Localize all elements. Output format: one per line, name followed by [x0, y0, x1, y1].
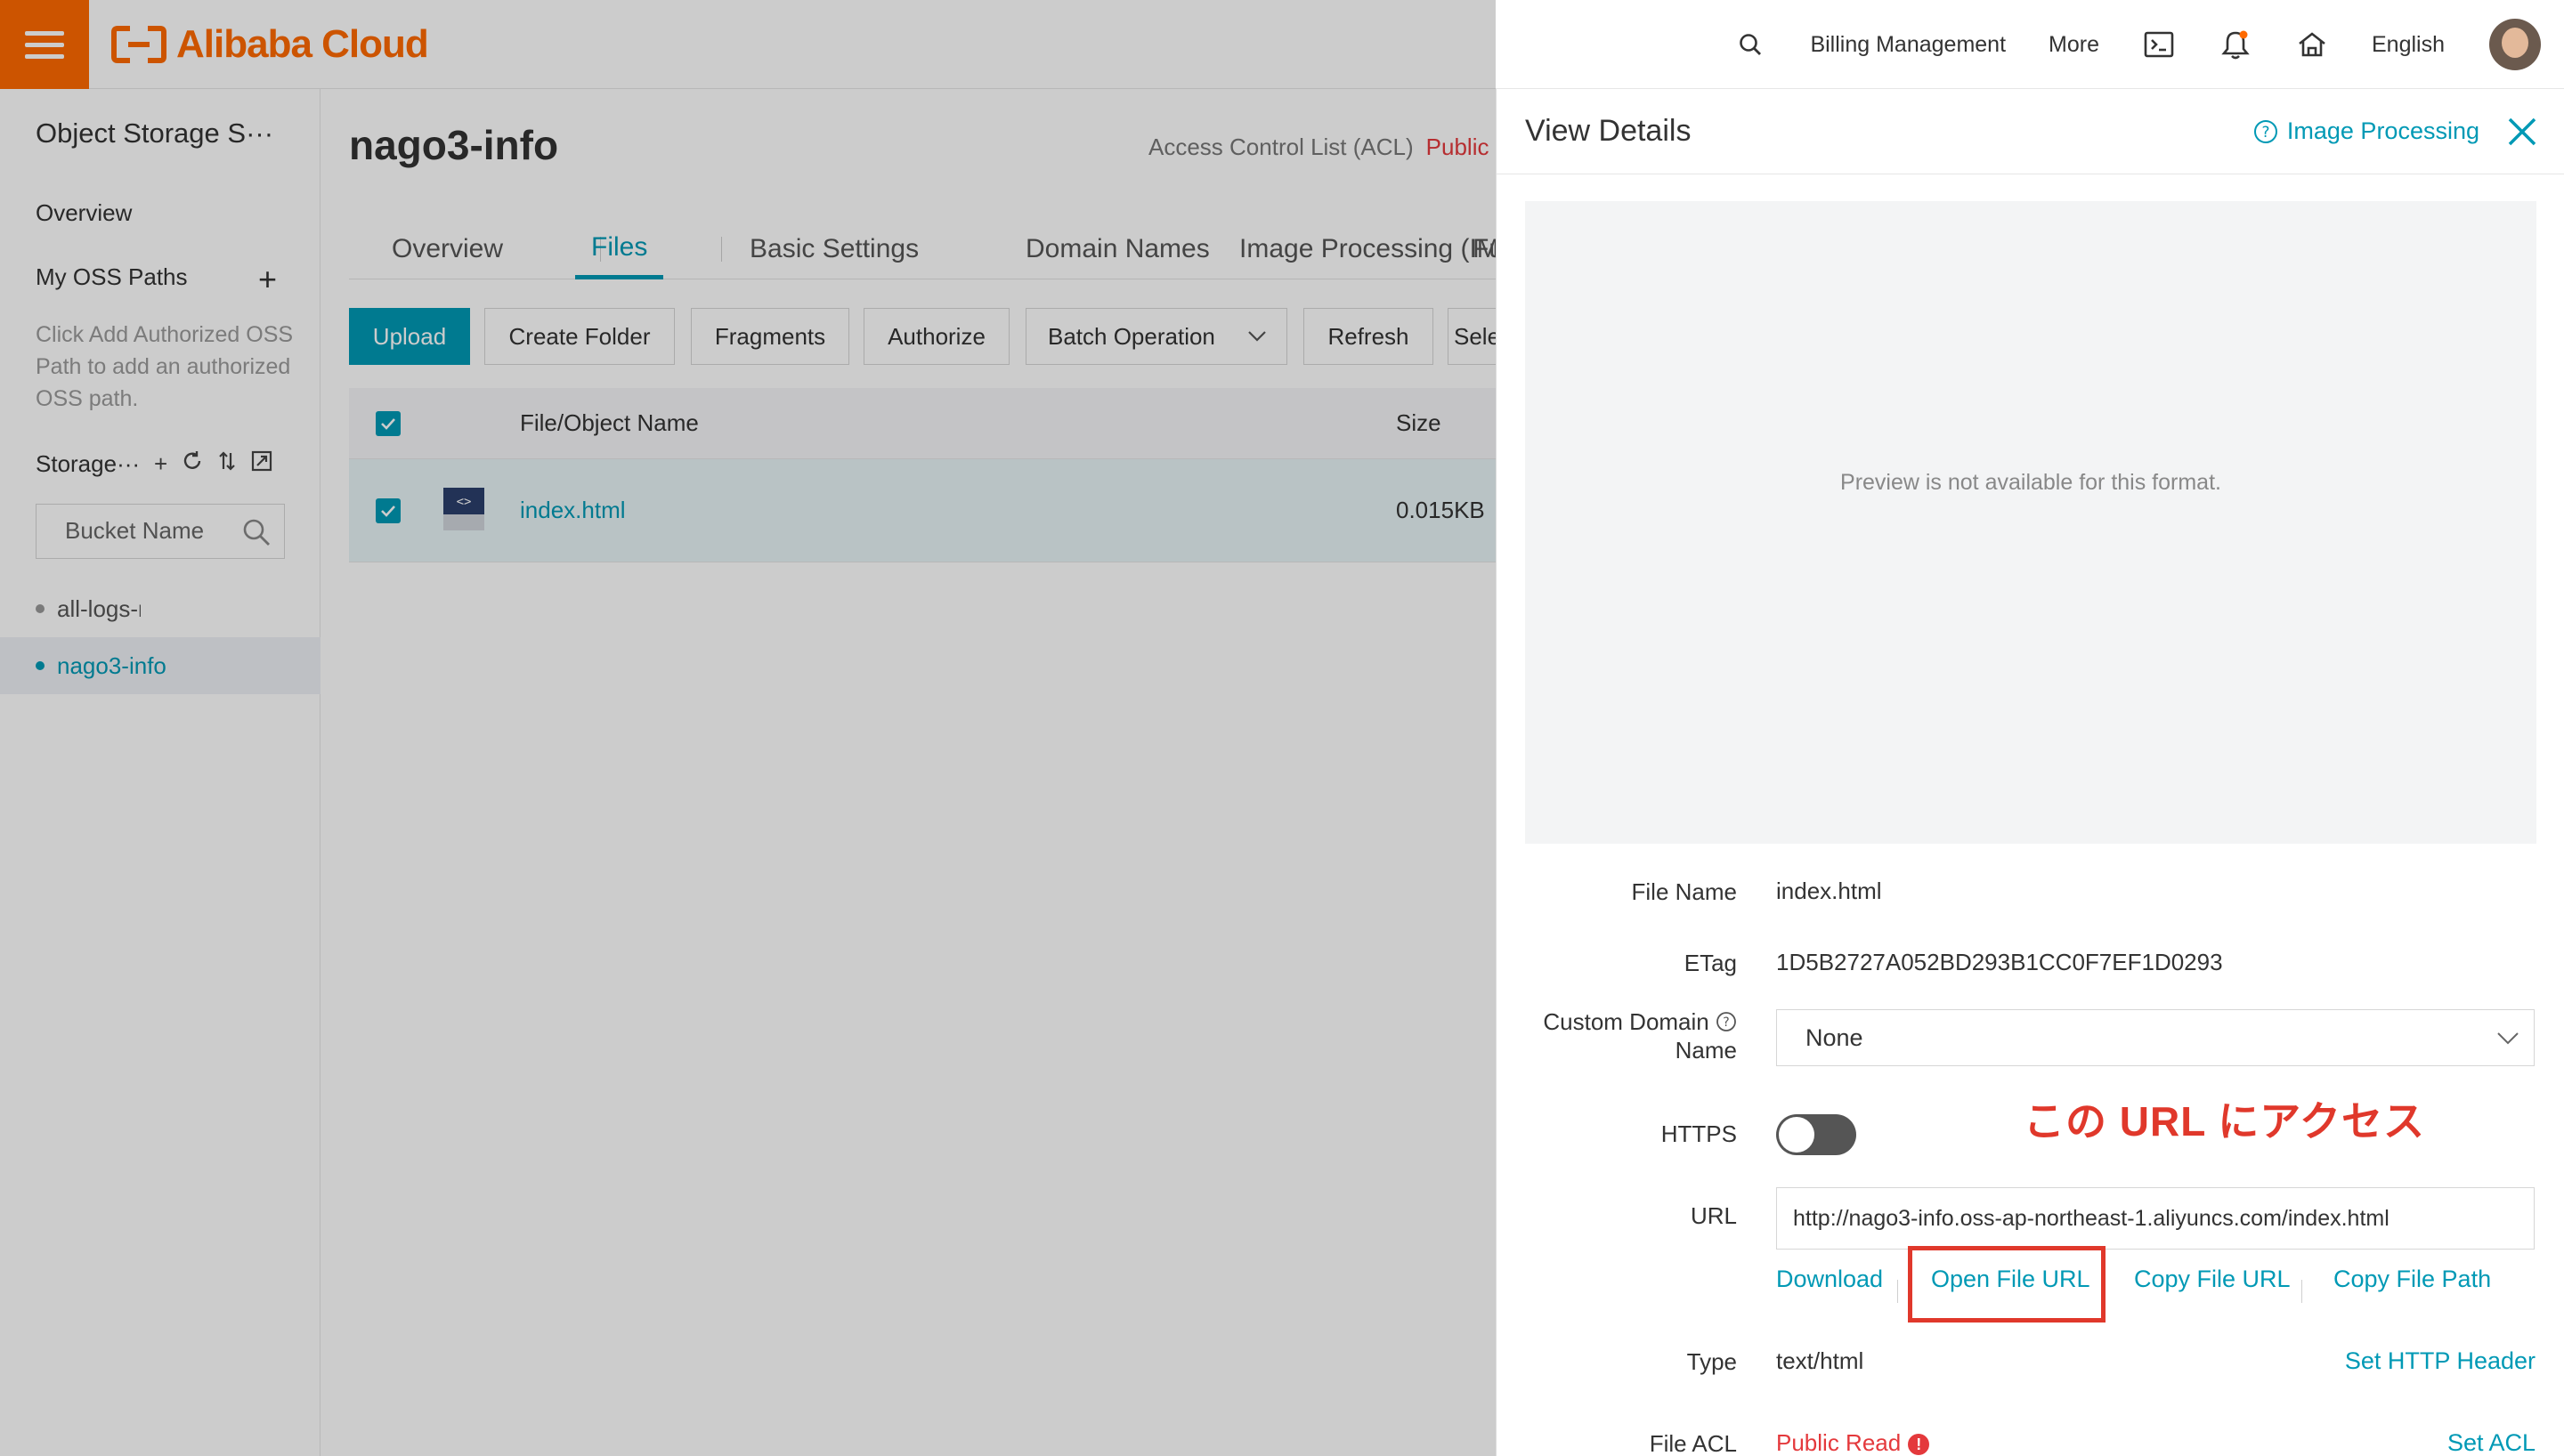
https-toggle[interactable]	[1776, 1114, 1856, 1155]
preview-message: Preview is not available for this format…	[1840, 469, 2221, 495]
view-details-panel: View Details ? Image Processing Preview …	[1496, 89, 2564, 1456]
svg-text:?: ?	[1723, 1015, 1729, 1030]
type-label: Type	[1686, 1348, 1737, 1375]
set-acl-link[interactable]: Set ACL	[2447, 1429, 2536, 1456]
file-acl-value: Public Read!	[1776, 1429, 1930, 1456]
url-label: URL	[1690, 1202, 1737, 1229]
help-icon[interactable]: ?	[1716, 1011, 1737, 1032]
image-processing-label: Image Processing	[2286, 117, 2479, 144]
link-divider	[1897, 1280, 1898, 1303]
custom-domain-label-line2: Name	[1675, 1037, 1737, 1064]
custom-domain-select[interactable]: None	[1776, 1009, 2535, 1066]
warning-icon[interactable]: !	[1908, 1434, 1930, 1455]
home-icon[interactable]	[2274, 0, 2350, 89]
file-acl-label: File ACL	[1649, 1430, 1737, 1456]
file-name-label: File Name	[1631, 878, 1737, 905]
toggle-knob	[1779, 1117, 1814, 1153]
help-icon: ?	[2253, 119, 2277, 143]
svg-text:?: ?	[2261, 124, 2269, 142]
highlight-box	[1908, 1246, 2106, 1323]
modal-backdrop[interactable]	[0, 0, 1496, 1456]
custom-domain-selected: None	[1805, 1024, 1863, 1051]
chevron-down-icon	[2497, 1032, 2519, 1045]
type-value: text/html	[1776, 1347, 1864, 1374]
notification-bell-icon[interactable]	[2197, 0, 2274, 89]
url-field[interactable]	[1776, 1187, 2535, 1250]
search-icon[interactable]	[1712, 0, 1789, 89]
language-selector[interactable]: English	[2350, 0, 2466, 89]
download-link[interactable]: Download	[1776, 1266, 1883, 1293]
custom-domain-label-line1: Custom Domain	[1543, 1008, 1709, 1035]
panel-title: View Details	[1525, 114, 1692, 148]
annotation-text: この URL にアクセス	[2024, 1098, 2425, 1145]
etag-label: ETag	[1684, 950, 1737, 976]
copy-file-url-link[interactable]: Copy File URL	[2134, 1266, 2291, 1293]
etag-value: 1D5B2727A052BD293B1CC0F7EF1D0293	[1776, 949, 2223, 975]
custom-domain-label: Custom Domain ? Name	[1488, 1007, 1737, 1064]
user-avatar[interactable]	[2489, 19, 2541, 70]
panel-header: View Details ? Image Processing	[1497, 89, 2564, 174]
link-divider	[2301, 1280, 2302, 1303]
file-name-value: index.html	[1776, 878, 1882, 904]
close-icon[interactable]	[2506, 116, 2538, 148]
image-processing-link[interactable]: ? Image Processing	[2253, 117, 2479, 145]
file-acl-text: Public Read	[1776, 1429, 1902, 1456]
billing-management-link[interactable]: Billing Management	[1789, 0, 2027, 89]
copy-file-path-link[interactable]: Copy File Path	[2333, 1266, 2491, 1293]
terminal-icon[interactable]	[2121, 0, 2197, 89]
set-http-header-link[interactable]: Set HTTP Header	[2345, 1347, 2536, 1375]
https-label: HTTPS	[1660, 1120, 1737, 1147]
file-preview: Preview is not available for this format…	[1525, 201, 2536, 844]
more-menu[interactable]: More	[2027, 0, 2121, 89]
